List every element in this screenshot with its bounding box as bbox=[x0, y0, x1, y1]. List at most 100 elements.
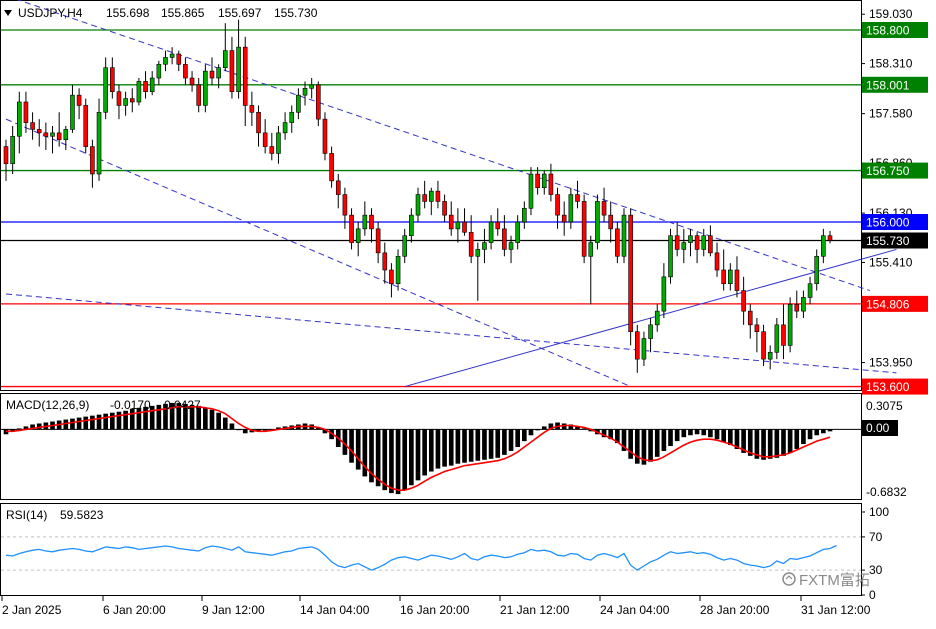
macd-histogram-bar bbox=[761, 429, 766, 460]
macd-histogram-bar bbox=[482, 429, 487, 460]
time-tick-label: 24 Jan 04:00 bbox=[600, 603, 670, 617]
candle-body bbox=[674, 235, 680, 250]
candle bbox=[136, 78, 142, 106]
macd-histogram-bar bbox=[242, 429, 248, 434]
candle-body bbox=[502, 228, 507, 250]
time-tick-label: 9 Jan 12:00 bbox=[202, 603, 265, 617]
candle-body bbox=[10, 135, 15, 165]
candle-body bbox=[741, 290, 746, 312]
level-label: 155.730 bbox=[866, 234, 910, 248]
macd-histogram-bar bbox=[628, 429, 633, 459]
price-tick-label: 153.950 bbox=[869, 356, 913, 370]
candle-body bbox=[349, 214, 354, 243]
candle-body bbox=[23, 101, 29, 123]
candle-body bbox=[402, 235, 408, 257]
macd-histogram-bar bbox=[708, 429, 713, 438]
macd-histogram-bar bbox=[681, 429, 687, 438]
candle-body bbox=[116, 91, 122, 106]
macd-histogram-bar bbox=[535, 429, 540, 431]
macd-histogram-bar bbox=[209, 409, 215, 430]
macd-histogram-bar bbox=[714, 429, 720, 440]
candle-body bbox=[256, 111, 261, 134]
candle-body bbox=[767, 351, 773, 360]
level-label: 153.600 bbox=[866, 380, 910, 394]
macd-histogram-bar bbox=[83, 416, 89, 430]
candle-body bbox=[701, 235, 707, 250]
candle-body bbox=[169, 53, 175, 58]
rsi-tick-label: 0 bbox=[869, 588, 876, 602]
candle-body bbox=[621, 214, 627, 257]
candle-body bbox=[222, 50, 228, 69]
macd-histogram-bar bbox=[528, 429, 534, 436]
candle bbox=[322, 112, 328, 161]
macd-histogram-bar bbox=[774, 429, 780, 458]
macd-histogram-bar bbox=[462, 429, 467, 463]
macd-histogram-bar bbox=[502, 429, 507, 455]
candle-body bbox=[575, 194, 580, 202]
candle-body bbox=[488, 221, 494, 243]
macd-histogram-bar bbox=[236, 429, 241, 431]
candle-body bbox=[807, 283, 813, 298]
ohlc-open: 155.698 bbox=[106, 6, 150, 20]
candle-body bbox=[714, 252, 720, 271]
price-tick-label: 159.030 bbox=[869, 7, 913, 21]
macd-signal-value: 0.0427 bbox=[164, 398, 201, 412]
macd-histogram-bar bbox=[222, 417, 228, 430]
candle-body bbox=[369, 214, 374, 230]
candle-body bbox=[681, 242, 687, 250]
macd-histogram-bar bbox=[216, 412, 221, 430]
macd-histogram-bar bbox=[721, 429, 727, 443]
macd-histogram-bar bbox=[428, 429, 434, 472]
macd-histogram-bar bbox=[402, 429, 408, 491]
candle-body bbox=[628, 214, 633, 333]
candle-body bbox=[555, 194, 560, 216]
ohlc-high: 155.865 bbox=[161, 6, 205, 20]
candle-body bbox=[276, 132, 281, 154]
candle-body bbox=[30, 122, 35, 130]
candle-body bbox=[422, 194, 427, 202]
candle-body bbox=[634, 331, 640, 360]
macd-histogram-bar bbox=[674, 429, 680, 442]
candle-body bbox=[242, 46, 248, 106]
macd-histogram-bar bbox=[827, 429, 833, 432]
macd-histogram-bar bbox=[203, 407, 208, 430]
candle-body bbox=[435, 190, 441, 202]
macd-histogram-bar bbox=[448, 429, 454, 466]
candle bbox=[581, 194, 587, 264]
macd-histogram-bar bbox=[90, 415, 95, 430]
candle-body bbox=[16, 101, 22, 137]
macd-histogram-bar bbox=[116, 411, 122, 430]
candle-body bbox=[382, 252, 388, 271]
macd-histogram-bar bbox=[229, 423, 235, 430]
candle bbox=[528, 167, 534, 216]
macd-histogram-bar bbox=[16, 428, 22, 430]
candle bbox=[668, 228, 673, 284]
candle-body bbox=[781, 324, 786, 346]
candle-body bbox=[482, 242, 487, 250]
candle bbox=[628, 208, 633, 346]
candle-body bbox=[608, 214, 614, 230]
candle-body bbox=[43, 132, 49, 137]
candle-body bbox=[801, 297, 806, 312]
macd-tick-top: 0.3075 bbox=[866, 399, 903, 413]
candle-body bbox=[389, 269, 394, 285]
candle bbox=[621, 208, 627, 264]
candle-body bbox=[183, 63, 188, 79]
macd-histogram-bar bbox=[389, 429, 394, 494]
macd-histogram-bar bbox=[488, 429, 494, 459]
candle-body bbox=[827, 235, 833, 241]
candle-body bbox=[581, 201, 587, 257]
candle-body bbox=[70, 94, 75, 130]
candle-body bbox=[236, 46, 241, 93]
candle bbox=[316, 81, 321, 126]
candle-body bbox=[409, 214, 414, 237]
macd-histogram-bar bbox=[521, 429, 527, 442]
macd-histogram-bar bbox=[109, 412, 115, 430]
ohlc-close: 155.730 bbox=[274, 6, 318, 20]
ohlc-low: 155.697 bbox=[218, 6, 262, 20]
candle-body bbox=[468, 231, 474, 257]
candle-body bbox=[76, 94, 82, 106]
chart-canvas[interactable]: 159.030158.310157.580156.860156.130155.4… bbox=[0, 0, 936, 624]
candle-body bbox=[448, 214, 454, 230]
time-tick-label: 14 Jan 04:00 bbox=[300, 603, 370, 617]
